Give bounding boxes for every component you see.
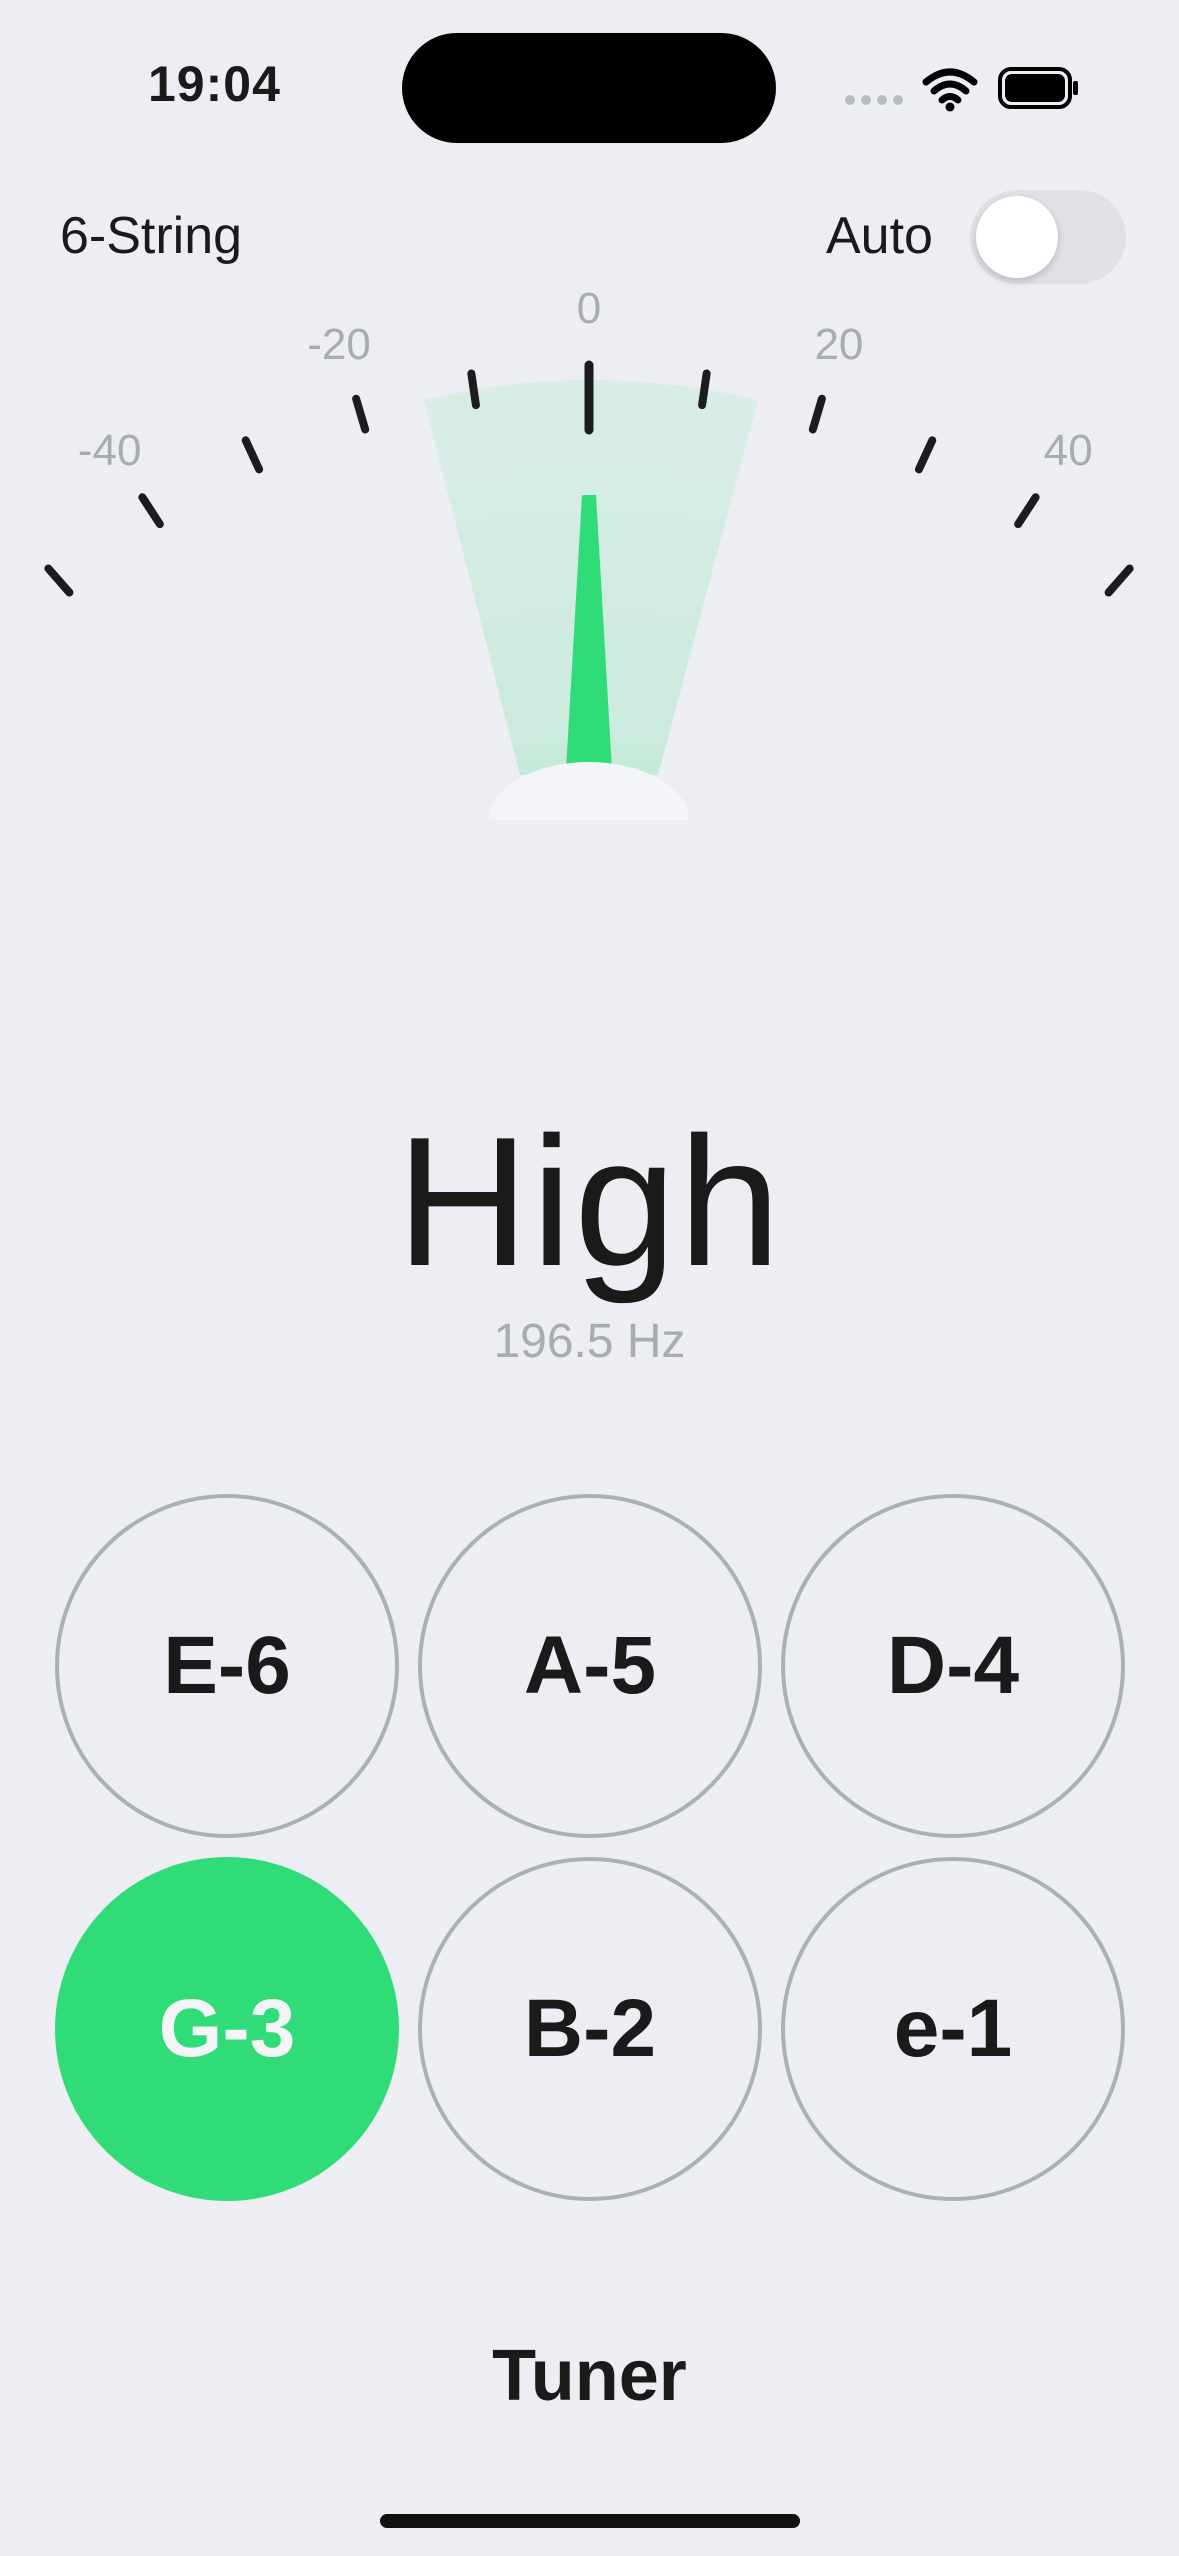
tuning-gauge: -80-60-40-20020406080 bbox=[44, 284, 1134, 820]
gauge-tick bbox=[1104, 564, 1134, 597]
string-button-e6[interactable]: E-6 bbox=[55, 1494, 399, 1838]
gauge-tick bbox=[808, 394, 826, 434]
gauge-label: -40 bbox=[78, 426, 142, 475]
gauge-tick bbox=[467, 369, 480, 410]
tab-title: Tuner bbox=[492, 2336, 687, 2416]
string-button-g3[interactable]: G-3 bbox=[55, 1857, 399, 2201]
auto-label: Auto bbox=[826, 207, 933, 265]
gauge-tick bbox=[352, 394, 370, 434]
gauge-tick bbox=[241, 436, 264, 474]
string-button-a5[interactable]: A-5 bbox=[418, 1494, 762, 1838]
auto-toggle[interactable] bbox=[970, 190, 1126, 284]
gauge-tick bbox=[138, 493, 164, 529]
string-button-b2[interactable]: B-2 bbox=[418, 1857, 762, 2201]
battery-icon bbox=[998, 67, 1078, 109]
gauge-tick bbox=[914, 436, 937, 474]
wifi-icon bbox=[922, 68, 978, 112]
gauge-label: 0 bbox=[577, 284, 601, 333]
gauge-tick bbox=[1014, 493, 1040, 529]
string-button-e1[interactable]: e-1 bbox=[781, 1857, 1125, 2201]
string-button-d4[interactable]: D-4 bbox=[781, 1494, 1125, 1838]
gauge-label: 40 bbox=[1044, 426, 1093, 475]
frequency-readout: 196.5 Hz bbox=[493, 1315, 686, 1368]
gauge-label: 20 bbox=[814, 320, 863, 369]
status-time: 19:04 bbox=[148, 56, 281, 112]
home-indicator[interactable] bbox=[380, 2514, 800, 2528]
tuning-status: High bbox=[396, 1098, 783, 1304]
gauge-tick bbox=[44, 564, 74, 597]
toggle-knob bbox=[976, 196, 1058, 278]
string-mode-label[interactable]: 6-String bbox=[60, 206, 242, 266]
cellular-signal-icon bbox=[845, 95, 903, 105]
gauge-label: -20 bbox=[307, 320, 371, 369]
gauge-tick bbox=[698, 369, 711, 410]
dynamic-island bbox=[402, 33, 776, 143]
